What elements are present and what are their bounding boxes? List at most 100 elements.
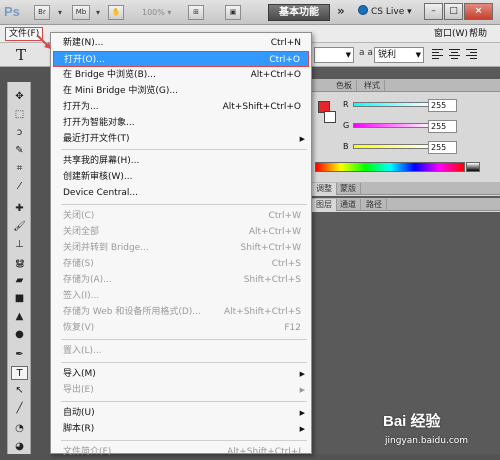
channel-r-slider[interactable]	[353, 102, 433, 107]
minimize-button[interactable]: –	[424, 3, 443, 20]
mini-bridge-button[interactable]: Mb	[72, 5, 90, 20]
menu-item-revert[interactable]: 恢复(V) F12	[53, 320, 309, 336]
adjustments-panel-tabs: 调整 蒙版	[310, 182, 500, 195]
align-left-icon[interactable]	[432, 49, 443, 60]
menu-item-open-as-smart-object[interactable]: 打开为智能对象...	[53, 115, 309, 131]
color-spectrum-bar[interactable]	[315, 162, 465, 172]
line-tool-icon[interactable]: ╱	[11, 402, 28, 416]
menu-item-file-info[interactable]: 文件简介(F)... Alt+Shift+Ctrl+I	[53, 444, 309, 460]
tab-paths[interactable]: 路径	[362, 199, 387, 211]
crop-tool-icon[interactable]: ⌗	[11, 162, 28, 176]
path-selection-tool-icon[interactable]: ↖	[11, 384, 28, 398]
menu-item-open[interactable]: 打开(O)... Ctrl+O	[53, 51, 309, 67]
blur-tool-icon[interactable]: ▲	[11, 310, 28, 324]
submenu-arrow-icon: ▶	[299, 409, 305, 417]
antialias-select[interactable]: 锐利 ▼	[374, 47, 424, 63]
menu-item-close[interactable]: 关闭(C) Ctrl+W	[53, 208, 309, 224]
submenu-arrow-icon: ▶	[299, 135, 305, 143]
menu-item-save-for-web[interactable]: 存储为 Web 和设备所用格式(D)... Alt+Shift+Ctrl+S	[53, 304, 309, 320]
zoom-level-dropdown[interactable]: 100% ▾	[142, 5, 171, 20]
lasso-tool-icon[interactable]: ↄ	[11, 126, 28, 140]
menu-separator	[61, 440, 307, 441]
black-white-ramp[interactable]	[466, 162, 480, 172]
type-tool-icon[interactable]: T	[11, 366, 28, 380]
tab-swatches[interactable]: 色板	[332, 80, 357, 92]
watermark-url: jingyan.baidu.com	[385, 436, 469, 446]
channel-r-input[interactable]: 255	[428, 99, 457, 112]
menu-window[interactable]: 窗口(W)	[431, 27, 471, 41]
more-workspaces-icon[interactable]: »	[337, 4, 345, 18]
dodge-tool-icon[interactable]: ●	[11, 328, 28, 342]
clone-stamp-tool-icon[interactable]: ⊥	[11, 238, 28, 252]
menu-item-create-new-review[interactable]: 创建新审核(W)...	[53, 169, 309, 185]
brush-tool-icon[interactable]: 🖌	[11, 220, 28, 234]
layers-panel-tabs: 图层 通道 路径	[310, 198, 500, 211]
zoom-level-text: 100%	[142, 8, 165, 17]
marquee-tool-icon[interactable]: ⬚	[11, 108, 28, 122]
antialias-icon: a a	[359, 48, 373, 58]
menu-item-automate[interactable]: 自动(U) ▶	[53, 405, 309, 421]
tab-masks[interactable]: 蒙版	[336, 183, 361, 195]
channel-b-label: B	[343, 142, 349, 151]
baidu-logo: Bai 经验	[383, 413, 441, 430]
menu-item-close-all[interactable]: 关闭全部 Alt+Ctrl+W	[53, 224, 309, 240]
3d-rotate-tool-icon[interactable]: ◔	[11, 422, 28, 436]
antialias-value: 锐利	[378, 50, 397, 60]
healing-brush-tool-icon[interactable]: ✚	[11, 202, 28, 216]
channel-b-input[interactable]: 255	[428, 141, 457, 154]
menu-item-share-my-screen[interactable]: 共享我的屏幕(H)...	[53, 153, 309, 169]
tab-adjustments[interactable]: 调整	[312, 183, 337, 195]
menu-item-import[interactable]: 导入(M) ▶	[53, 366, 309, 382]
eraser-tool-icon[interactable]: ▰	[11, 274, 28, 288]
history-brush-tool-icon[interactable]: ൠ	[11, 256, 28, 270]
dropdown-arrow-icon[interactable]: ▾	[96, 5, 100, 20]
layers-panel: 图层 通道 路径	[310, 198, 500, 212]
submenu-arrow-icon: ▶	[299, 386, 305, 394]
cs-live-label: CS Live	[371, 7, 405, 17]
menu-item-new[interactable]: 新建(N)... Ctrl+N	[53, 35, 309, 51]
tab-channels[interactable]: 通道	[336, 199, 361, 211]
cs-live-button[interactable]: CS Live ▾	[358, 5, 412, 20]
move-tool-icon[interactable]: ✥	[11, 90, 28, 104]
menu-item-close-and-go-to-bridge[interactable]: 关闭并转到 Bridge... Shift+Ctrl+W	[53, 240, 309, 256]
workspace-button[interactable]: 基本功能	[268, 4, 330, 21]
menu-item-browse-in-bridge[interactable]: 在 Bridge 中浏览(B)... Alt+Ctrl+O	[53, 67, 309, 83]
menu-separator	[61, 401, 307, 402]
tab-layers[interactable]: 图层	[312, 199, 337, 211]
menu-item-open-as[interactable]: 打开为... Alt+Shift+Ctrl+O	[53, 99, 309, 115]
menu-item-save[interactable]: 存储(S) Ctrl+S	[53, 256, 309, 272]
channel-g-slider[interactable]	[353, 123, 433, 128]
color-panel-tabs: 色板 样式	[310, 79, 500, 92]
gradient-tool-icon[interactable]: ■	[11, 292, 28, 306]
channel-b-slider[interactable]	[353, 144, 433, 149]
menu-item-check-in[interactable]: 签入(I)...	[53, 288, 309, 304]
bridge-button[interactable]: Br	[34, 5, 50, 20]
font-size-select[interactable]: ▼	[314, 47, 354, 63]
menu-item-scripts[interactable]: 脚本(R) ▶	[53, 421, 309, 437]
screen-mode-icon[interactable]: ▣	[225, 5, 241, 20]
channel-g-input[interactable]: 255	[428, 120, 457, 133]
menu-item-device-central[interactable]: Device Central...	[53, 185, 309, 201]
photoshop-logo: Ps	[4, 4, 20, 19]
hand-tool-button[interactable]: ✋	[108, 5, 124, 20]
menu-item-open-recent[interactable]: 最近打开文件(T) ▶	[53, 131, 309, 147]
tab-styles[interactable]: 样式	[360, 80, 385, 92]
type-tool-icon[interactable]: T	[16, 46, 26, 64]
baidu-jingyan-watermark: Bai 经验 jingyan.baidu.com	[383, 410, 497, 452]
close-button[interactable]: ×	[464, 3, 493, 20]
align-center-icon[interactable]	[449, 49, 460, 60]
grid-icon[interactable]: ⊞	[188, 5, 204, 20]
menu-help[interactable]: 帮助(H)	[466, 27, 500, 53]
dropdown-arrow-icon[interactable]: ▾	[58, 5, 62, 20]
quick-selection-tool-icon[interactable]: ✎	[11, 144, 28, 158]
background-color-swatch[interactable]	[324, 111, 336, 123]
3d-orbit-tool-icon[interactable]: ◕	[11, 440, 28, 454]
eyedropper-tool-icon[interactable]: ⁄	[11, 180, 28, 194]
restore-button[interactable]: □	[444, 3, 463, 20]
align-right-icon[interactable]	[466, 49, 477, 60]
menu-item-save-as[interactable]: 存储为(A)... Shift+Ctrl+S	[53, 272, 309, 288]
menu-item-export[interactable]: 导出(E) ▶	[53, 382, 309, 398]
menu-item-browse-in-mini-bridge[interactable]: 在 Mini Bridge 中浏览(G)...	[53, 83, 309, 99]
pen-tool-icon[interactable]: ✒	[11, 348, 28, 362]
menu-item-place[interactable]: 置入(L)...	[53, 343, 309, 359]
